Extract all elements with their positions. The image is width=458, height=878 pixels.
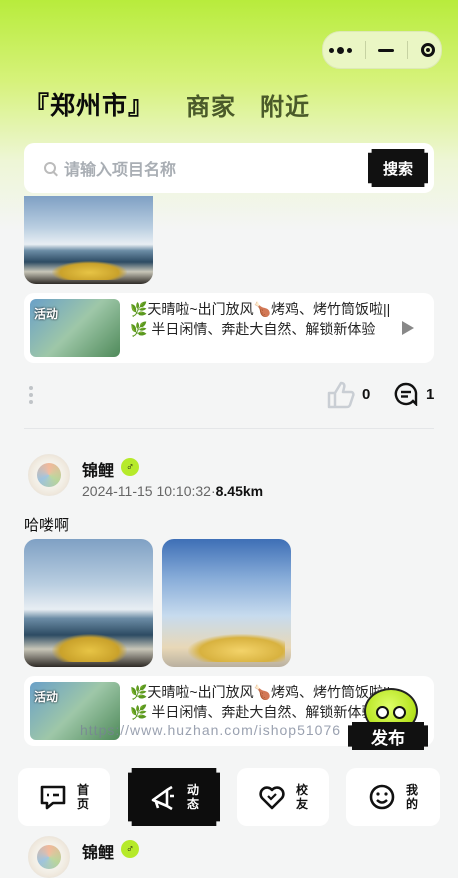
comment-icon[interactable] xyxy=(394,382,418,406)
avatar[interactable] xyxy=(28,836,70,878)
tab-label: 我的 xyxy=(405,783,418,811)
tab-label: 校友 xyxy=(295,783,308,811)
tab-label: 首页 xyxy=(76,783,89,811)
publish-button-label[interactable]: 发布 xyxy=(348,722,428,750)
avatar[interactable] xyxy=(28,454,70,496)
search-icon xyxy=(44,162,56,174)
tab-me[interactable]: 我的 xyxy=(346,768,440,826)
gender-male-icon: ♂ xyxy=(121,458,139,476)
mini-program-capsule xyxy=(322,31,442,69)
activity-text: 🌿天晴啦~出门放风🍗烤鸡、烤竹筒饭啦||🌿 半日闲情、奔赴大自然、解锁新体验 xyxy=(130,301,391,337)
post-image[interactable] xyxy=(162,539,291,667)
like-count: 0 xyxy=(362,386,371,403)
post-image[interactable] xyxy=(24,539,153,667)
post-text: 哈喽啊 xyxy=(24,517,70,534)
more-vertical-icon[interactable] xyxy=(29,386,33,407)
activity-badge: 活动 xyxy=(34,307,59,321)
search-input[interactable]: 请输入项目名称 xyxy=(64,156,368,180)
comment-count: 1 xyxy=(426,386,435,403)
gender-male-icon: ♂ xyxy=(121,840,139,858)
heart-icon xyxy=(259,786,285,810)
search-bar: 请输入项目名称 搜索 xyxy=(24,143,434,193)
publish-fab[interactable]: 发布 xyxy=(348,688,430,752)
minimize-icon[interactable] xyxy=(378,48,395,52)
divider xyxy=(24,428,434,429)
post-image[interactable] xyxy=(24,196,153,284)
post-meta: 2024-11-15 10:10:32·8.45km xyxy=(82,483,263,499)
close-target-icon[interactable] xyxy=(420,43,435,57)
tab-merchants[interactable]: 商家 xyxy=(186,87,236,122)
post-time: 2024-11-15 10:10:32· xyxy=(82,483,216,499)
username[interactable]: 锦鲤 xyxy=(82,839,114,863)
activity-card[interactable]: 活动 🌿天晴啦~出门放风🍗烤鸡、烤竹筒饭啦||🌿 半日闲情、奔赴大自然、解锁新体… xyxy=(24,293,434,363)
activity-badge: 活动 xyxy=(34,690,59,704)
post-actions: 0 1 xyxy=(24,376,434,416)
tab-label: 动态 xyxy=(186,783,199,811)
megaphone-icon xyxy=(151,785,174,811)
more-dots-icon[interactable] xyxy=(329,46,353,54)
username[interactable]: 锦鲤 xyxy=(82,457,114,481)
tab-alumni[interactable]: 校友 xyxy=(237,768,329,826)
search-button[interactable]: 搜索 xyxy=(368,149,428,187)
top-tabs: 『郑州市』 商家 附近 xyxy=(24,86,334,122)
play-icon[interactable] xyxy=(402,321,414,335)
watermark-text: https://www.huzhan.com/ishop51076 xyxy=(80,722,342,738)
tab-home[interactable]: 首页 xyxy=(18,768,110,826)
bottom-tab-bar: 首页 动态 校友 我的 xyxy=(18,768,440,826)
post-distance: 8.45km xyxy=(215,483,264,499)
smile-icon xyxy=(369,784,395,810)
tab-nearby[interactable]: 附近 xyxy=(260,87,310,122)
thumbs-up-icon[interactable] xyxy=(326,380,356,410)
tab-feed[interactable]: 动态 xyxy=(128,768,220,826)
tab-city[interactable]: 『郑州市』 xyxy=(24,86,154,122)
activity-thumbnail: 活动 xyxy=(30,299,120,357)
home-chat-icon xyxy=(40,785,66,810)
